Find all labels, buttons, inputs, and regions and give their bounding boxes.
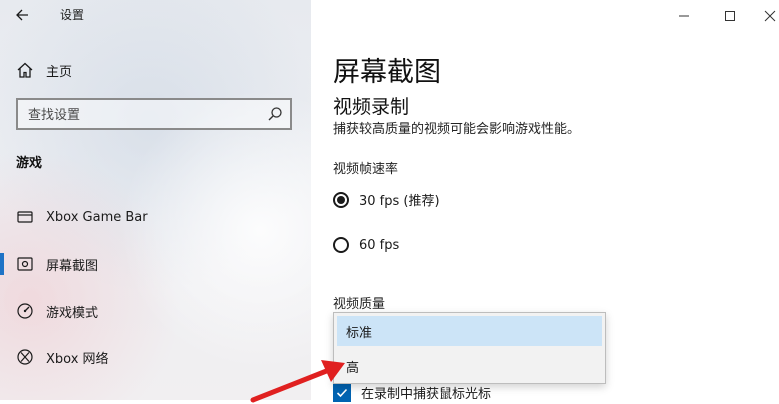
sidebar: 设置 主页 游戏 Xbox Game Bar: [0, 0, 311, 400]
quality-label: 视频质量: [333, 297, 386, 312]
radio-button-unchecked[interactable]: [333, 237, 349, 253]
search-icon[interactable]: [267, 106, 283, 122]
sidebar-item-gamebar[interactable]: Xbox Game Bar: [0, 197, 311, 237]
minimize-icon: [679, 15, 689, 17]
gamebar-icon: [16, 208, 34, 226]
home-icon: [16, 61, 34, 79]
search-input[interactable]: [26, 103, 260, 127]
back-arrow-icon: [16, 9, 28, 21]
section-title: 游戏: [16, 156, 43, 171]
radio-60fps[interactable]: 60 fps: [333, 237, 399, 253]
back-button[interactable]: [10, 3, 34, 27]
sidebar-item-label: 游戏模式: [46, 305, 99, 321]
screenshot-icon: [16, 255, 34, 273]
page-title: 屏幕截图: [333, 57, 441, 88]
minimize-button[interactable]: [661, 2, 707, 30]
search-box[interactable]: [16, 98, 292, 130]
close-icon: [764, 10, 776, 22]
checkmark-icon: [336, 388, 348, 397]
checkbox-label: 在录制中捕获鼠标光标: [361, 387, 492, 402]
section-heading: 视频录制: [333, 96, 410, 118]
capture-cursor-checkbox[interactable]: 在录制中捕获鼠标光标: [333, 383, 491, 402]
radio-30fps[interactable]: 30 fps (推荐): [333, 190, 440, 209]
sidebar-item-label: Xbox Game Bar: [46, 209, 148, 225]
sidebar-item-label: 主页: [46, 64, 73, 80]
framerate-label: 视频帧速率: [333, 162, 399, 177]
radio-button-checked[interactable]: [333, 191, 349, 208]
titlebar-left: 设置: [0, 0, 311, 32]
radio-label: 30 fps (推荐): [359, 194, 440, 209]
radio-label: 60 fps: [359, 237, 400, 253]
xbox-icon: [16, 348, 34, 366]
close-button[interactable]: [747, 2, 779, 30]
gamemode-icon: [16, 302, 34, 320]
dropdown-option-high[interactable]: 高: [334, 349, 605, 383]
sidebar-item-screenshot[interactable]: 屏幕截图: [0, 244, 311, 284]
checkbox-checked[interactable]: [333, 383, 351, 402]
sidebar-item-xbox-network[interactable]: Xbox 网络: [0, 337, 311, 377]
sidebar-item-gamemode[interactable]: 游戏模式: [0, 291, 311, 331]
maximize-icon: [725, 11, 735, 21]
app-title: 设置: [60, 8, 85, 22]
dropdown-option-standard[interactable]: 标准: [337, 316, 602, 346]
sidebar-item-label: Xbox 网络: [46, 351, 109, 367]
sidebar-item-label: 屏幕截图: [46, 258, 99, 274]
section-description: 捕获较高质量的视频可能会影响游戏性能。: [333, 122, 581, 137]
sidebar-item-home[interactable]: 主页: [0, 50, 311, 90]
quality-dropdown-list[interactable]: 标准 高: [333, 312, 606, 384]
main-panel: 屏幕截图 视频录制 捕获较高质量的视频可能会影响游戏性能。 视频帧速率 30 f…: [311, 0, 779, 402]
